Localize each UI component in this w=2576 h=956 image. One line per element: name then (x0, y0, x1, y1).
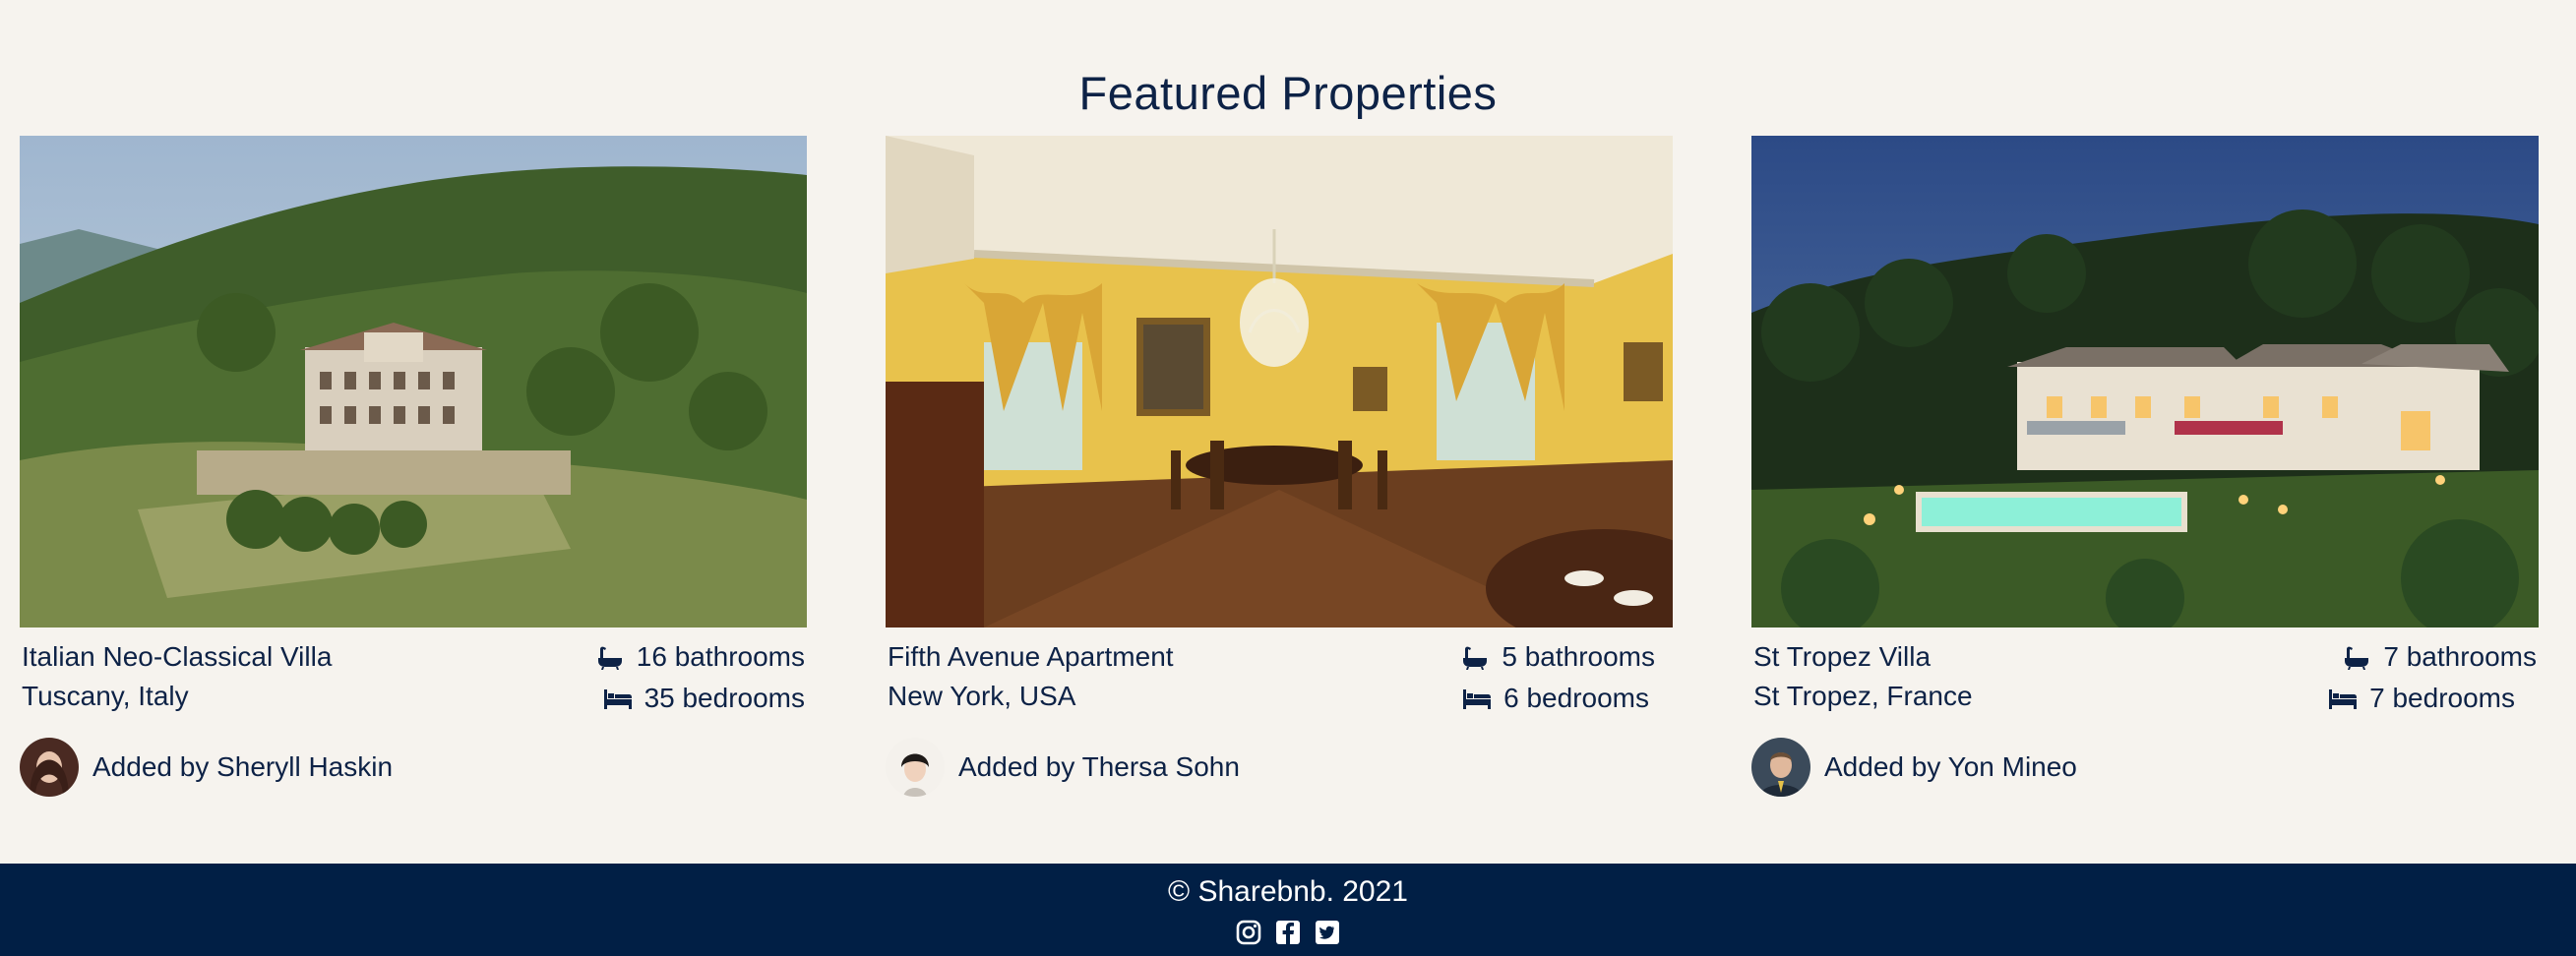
bedrooms-stat: 35 bedrooms (603, 683, 805, 714)
bedrooms-text: 7 bedrooms (2369, 683, 2515, 713)
property-photo[interactable] (886, 136, 1673, 627)
bathtub-icon (597, 646, 622, 670)
property-name[interactable]: St Tropez Villa (1753, 641, 1931, 673)
twitter-icon[interactable] (1314, 919, 1341, 946)
property-card[interactable]: Italian Neo-Classical Villa Tuscany, Ita… (20, 136, 807, 797)
copyright-text: © Sharebnb. 2021 (1168, 875, 1408, 908)
bathrooms-text: 5 bathrooms (1502, 641, 1655, 672)
bathtub-icon (1463, 646, 1488, 670)
property-name[interactable]: Italian Neo-Classical Villa (22, 641, 332, 673)
avatar[interactable] (20, 738, 79, 797)
property-location: Tuscany, Italy (22, 681, 189, 711)
section-title: Featured Properties (1078, 67, 1498, 120)
owner-label: Added by Thersa Sohn (958, 751, 1240, 782)
property-name[interactable]: Fifth Avenue Apartment (888, 641, 1174, 673)
avatar[interactable] (886, 738, 945, 797)
property-photo[interactable] (1751, 136, 2539, 627)
footer: © Sharebnb. 2021 (0, 864, 2576, 956)
owner-info: Added by Sheryll Haskin (20, 738, 393, 797)
bathrooms-stat: 16 bathrooms (595, 641, 805, 673)
property-card[interactable]: St Tropez Villa St Tropez, France 7 bath… (1751, 136, 2539, 797)
bed-icon (2329, 689, 2358, 709)
instagram-icon[interactable] (1235, 919, 1262, 946)
bathrooms-stat: 7 bathrooms (2342, 641, 2537, 673)
property-card[interactable]: Fifth Avenue Apartment New York, USA 5 b… (886, 136, 1673, 797)
owner-info: Added by Yon Mineo (1751, 738, 2077, 797)
bedrooms-stat: 7 bedrooms (2328, 683, 2515, 714)
property-location: New York, USA (888, 681, 1076, 711)
property-photo[interactable] (20, 136, 807, 627)
property-location: St Tropez, France (1753, 681, 1973, 711)
social-links (0, 919, 2576, 946)
avatar[interactable] (1751, 738, 1810, 797)
bed-icon (1463, 689, 1492, 709)
owner-label: Added by Sheryll Haskin (92, 751, 394, 782)
bedrooms-stat: 6 bedrooms (1462, 683, 1649, 714)
bathrooms-stat: 5 bathrooms (1460, 641, 1655, 673)
bedrooms-text: 6 bedrooms (1503, 683, 1649, 713)
owner-label: Added by Yon Mineo (1824, 751, 2077, 782)
facebook-icon[interactable] (1274, 919, 1302, 946)
bathrooms-text: 7 bathrooms (2383, 641, 2537, 672)
owner-info: Added by Thersa Sohn (886, 738, 1240, 797)
bedrooms-text: 35 bedrooms (644, 683, 805, 713)
bed-icon (603, 689, 632, 709)
bathrooms-text: 16 bathrooms (636, 641, 805, 672)
bathtub-icon (2345, 646, 2369, 670)
